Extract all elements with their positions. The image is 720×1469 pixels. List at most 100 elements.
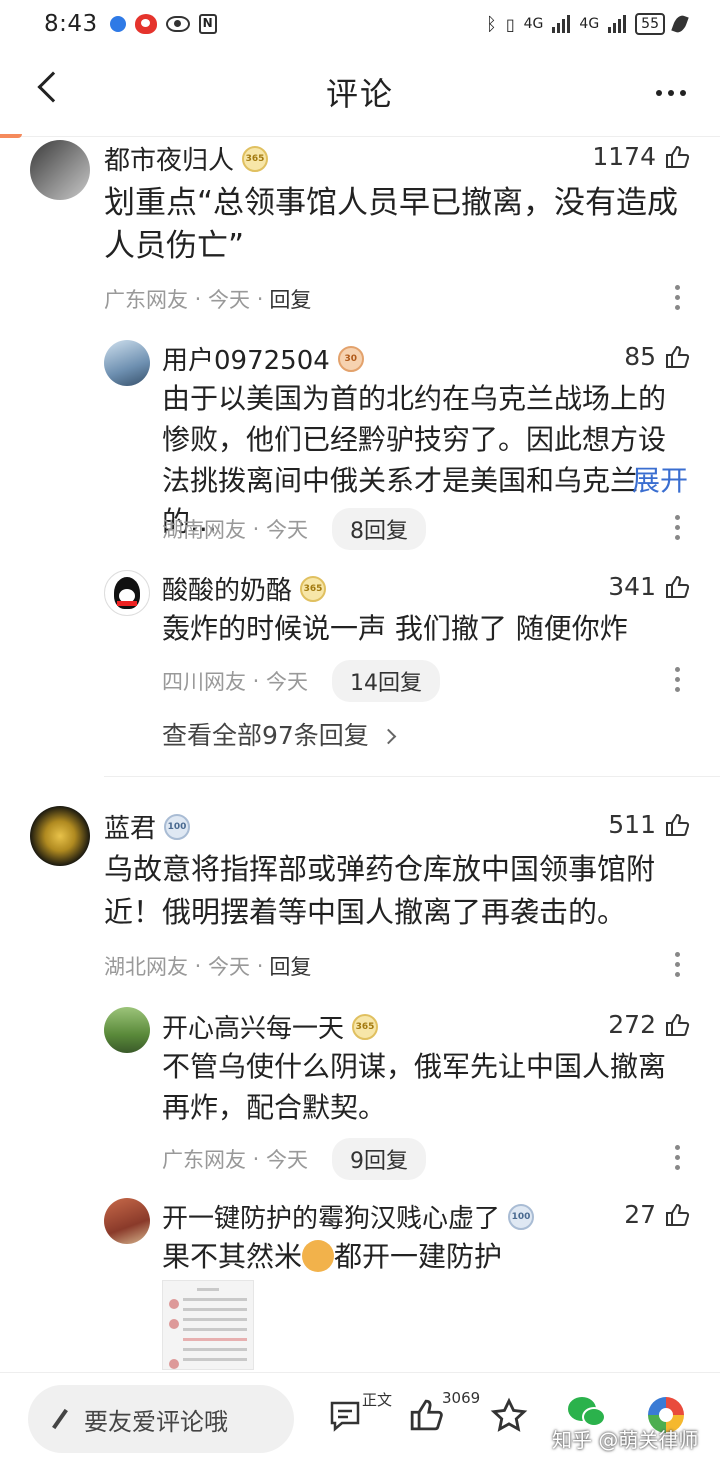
reply-text-part: 都开一建防护 — [334, 1240, 503, 1273]
signal-label-1: 4G — [523, 16, 544, 32]
like-article-button[interactable]: 3069 — [408, 1389, 480, 1437]
view-all-replies-link[interactable]: 查看全部97条回复 — [162, 716, 397, 752]
favorite-button[interactable] — [490, 1397, 528, 1439]
more-vertical-icon[interactable] — [675, 667, 680, 692]
star-icon — [490, 1397, 528, 1432]
thumbs-up-icon — [666, 1013, 690, 1036]
status-bar: 8:43 N ᛒ ▯ 4G 4G 55 — [0, 0, 720, 48]
reply-button[interactable]: 回复 — [269, 284, 311, 314]
more-vertical-icon[interactable] — [675, 952, 680, 977]
avatar[interactable] — [30, 140, 90, 200]
reply-header: 用户0972504 30 — [162, 340, 364, 377]
like-count: 511 — [608, 810, 656, 839]
region: 广东网友 — [104, 288, 188, 312]
reply-header: 酸酸的奶酪 365 — [162, 570, 327, 607]
comment-meta: 湖北网友 · 今天 · 回复 — [104, 951, 311, 981]
divider — [104, 776, 720, 777]
level-badge: 365 — [300, 575, 327, 602]
reply-meta: 四川网友 · 今天 14回复 — [162, 660, 441, 702]
attached-image-thumbnail[interactable] — [162, 1280, 254, 1370]
avatar[interactable] — [104, 340, 150, 386]
reply-count-button[interactable]: 14回复 — [332, 660, 441, 702]
doge-emoji-icon — [302, 1240, 335, 1272]
timestamp: 今天 — [266, 518, 309, 542]
weibo-icon — [134, 14, 157, 34]
level-badge: 100 — [164, 813, 191, 840]
level-badge: 100 — [508, 1203, 535, 1230]
timestamp: 今天 — [208, 955, 251, 979]
view-all-label: 查看全部97条回复 — [162, 721, 369, 750]
reply-header: 开心高兴每一天 365 — [162, 1008, 379, 1045]
region: 湖南网友 — [162, 518, 246, 542]
nav-bar: 评论 — [0, 48, 720, 136]
comment-input-placeholder: 要友爱评论哦 — [84, 1407, 228, 1436]
more-vertical-icon[interactable] — [675, 515, 680, 540]
nfc-icon: N — [198, 14, 217, 34]
region: 广东网友 — [162, 1148, 246, 1172]
avatar[interactable] — [104, 570, 150, 616]
username[interactable]: 都市夜归人 — [104, 140, 234, 177]
like-button[interactable]: 341 — [608, 572, 690, 601]
status-time: 8:43 — [44, 11, 98, 37]
article-button[interactable]: 正文 — [328, 1391, 392, 1437]
battery-icon: 55 — [635, 13, 665, 35]
comment-input[interactable]: 要友爱评论哦 — [28, 1385, 294, 1453]
comment-text: 划重点“总领事馆人员早已撤离，没有造成人员伤亡” — [104, 185, 679, 264]
like-button[interactable]: 272 — [608, 1010, 690, 1039]
bottom-toolbar: 要友爱评论哦 正文 3069 — [0, 1372, 720, 1469]
reply-count-button[interactable]: 9回复 — [332, 1138, 427, 1180]
like-button[interactable]: 511 — [608, 810, 690, 839]
reply-button[interactable]: 回复 — [269, 951, 311, 981]
avatar[interactable] — [104, 1198, 150, 1244]
comment-header: 蓝君 100 — [104, 808, 191, 845]
username[interactable]: 用户0972504 — [162, 340, 330, 377]
more-vertical-icon[interactable] — [675, 285, 680, 310]
like-button[interactable]: 27 — [624, 1200, 690, 1229]
watermark: 知乎 @萌关律师 — [552, 1428, 699, 1452]
reply-text: 轰炸的时候说一声 我们撤了 随便你炸 — [162, 612, 628, 645]
app-notification-icon — [109, 16, 126, 32]
like-count: 27 — [624, 1200, 656, 1229]
timestamp: 今天 — [266, 670, 309, 694]
pen-icon — [52, 1408, 68, 1430]
reply-meta: 广东网友 · 今天 9回复 — [162, 1138, 427, 1180]
more-vertical-icon[interactable] — [675, 1145, 680, 1170]
comment-header: 都市夜归人 365 — [104, 140, 269, 177]
avatar[interactable] — [30, 806, 90, 866]
signal-icon-2 — [608, 15, 627, 33]
comment-meta: 广东网友 · 今天 · 回复 — [104, 284, 311, 314]
expand-link[interactable]: 展开 — [632, 460, 688, 501]
comment-text: 乌故意将指挥部或弹药仓库放中国领事馆附近！俄明摆着等中国人撤离了再袭击的。 — [104, 852, 656, 929]
level-badge: 30 — [337, 345, 364, 372]
reply-header: 开一键防护的霉狗汉贱心虚了 100 — [162, 1198, 535, 1235]
avatar[interactable] — [104, 1007, 150, 1053]
comment-bubble-icon — [330, 1401, 360, 1432]
reply-meta: 湖南网友 · 今天 8回复 — [162, 508, 427, 550]
signal-label-2: 4G — [579, 16, 600, 32]
thumbs-up-icon — [666, 145, 690, 168]
leaf-icon — [671, 13, 689, 35]
username[interactable]: 酸酸的奶酪 — [162, 570, 292, 607]
reply-text-part: 果不其然米 — [162, 1240, 303, 1273]
reply-count-button[interactable]: 8回复 — [332, 508, 427, 550]
like-button[interactable]: 1174 — [592, 142, 690, 171]
region: 四川网友 — [162, 670, 246, 694]
thumbs-up-icon — [666, 345, 690, 368]
thumbs-up-icon — [666, 813, 690, 836]
thumbs-up-icon — [666, 575, 690, 598]
page-title: 评论 — [325, 75, 394, 113]
like-count: 272 — [608, 1010, 656, 1039]
back-arrow-icon[interactable] — [37, 71, 69, 103]
like-count: 1174 — [592, 142, 656, 171]
username[interactable]: 蓝君 — [104, 808, 156, 845]
like-button[interactable]: 85 — [624, 342, 690, 371]
timestamp: 今天 — [266, 1148, 309, 1172]
signal-icon — [552, 15, 571, 33]
username[interactable]: 开心高兴每一天 — [162, 1008, 344, 1045]
bluetooth-icon: ᛒ — [486, 13, 497, 35]
thumbs-up-icon — [410, 1399, 443, 1431]
username[interactable]: 开一键防护的霉狗汉贱心虚了 — [162, 1198, 500, 1235]
level-badge: 365 — [242, 145, 269, 172]
more-options-icon[interactable] — [656, 90, 686, 96]
accent-marker — [0, 134, 22, 138]
